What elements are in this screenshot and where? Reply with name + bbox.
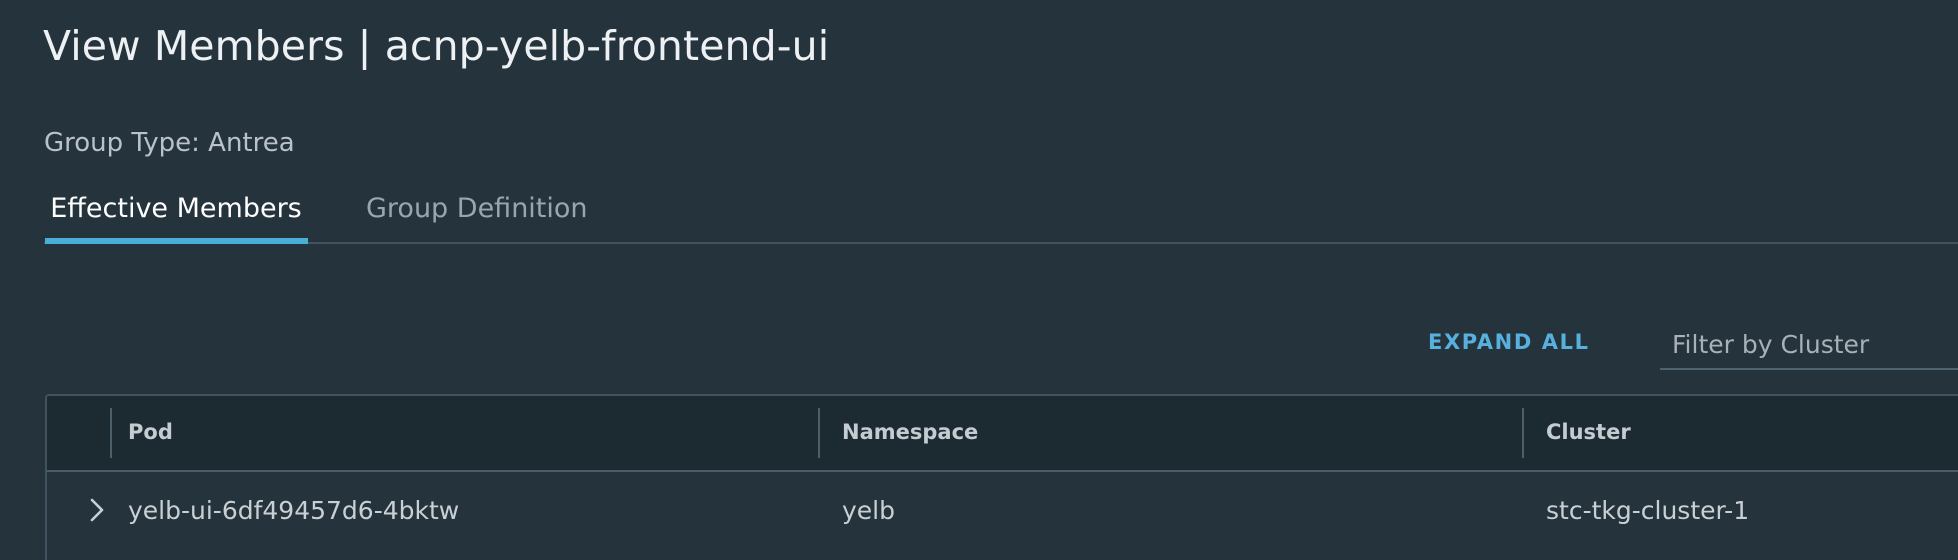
tab-group-definition[interactable]: Group Definition xyxy=(366,186,588,242)
group-type-label: Group Type: Antrea xyxy=(44,128,295,158)
filter-by-cluster-input[interactable] xyxy=(1660,320,1958,370)
column-header-namespace[interactable]: Namespace xyxy=(842,420,978,444)
column-header-cluster[interactable]: Cluster xyxy=(1546,420,1631,444)
column-separator[interactable] xyxy=(110,408,112,458)
column-separator[interactable] xyxy=(1522,408,1524,458)
tab-bar: Effective Members Group Definition xyxy=(44,186,1958,244)
column-header-pod[interactable]: Pod xyxy=(128,420,173,444)
view-members-page: View Members | acnp-yelb-frontend-ui Gro… xyxy=(0,0,1958,560)
column-separator[interactable] xyxy=(818,408,820,458)
expand-all-button[interactable]: EXPAND ALL xyxy=(1428,330,1590,354)
page-title: View Members | acnp-yelb-frontend-ui xyxy=(43,22,830,70)
cell-cluster: stc-tkg-cluster-1 xyxy=(1546,496,1750,525)
cell-pod: yelb-ui-6df49457d6-4bktw xyxy=(128,496,460,525)
datagrid-header: Pod Namespace Cluster xyxy=(47,396,1958,472)
cell-namespace: yelb xyxy=(842,496,895,525)
tab-effective-members[interactable]: Effective Members xyxy=(44,186,308,244)
chevron-right-icon[interactable] xyxy=(81,494,113,526)
table-row: yelb-ui-6df49457d6-4bktw yelb stc-tkg-cl… xyxy=(47,472,1958,560)
members-datagrid: Pod Namespace Cluster yelb-ui-6df49457d6… xyxy=(45,394,1958,560)
